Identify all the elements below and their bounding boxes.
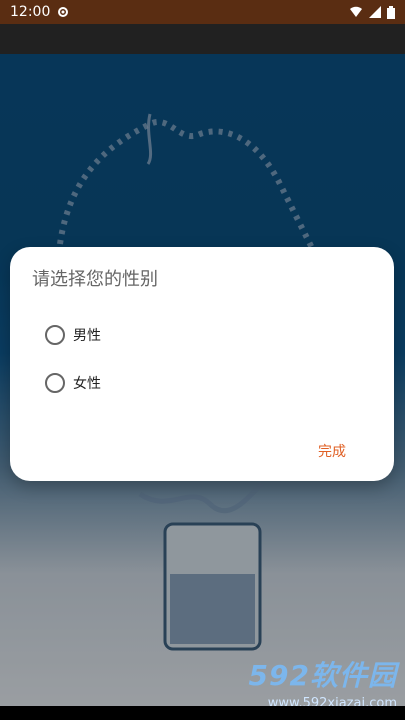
done-button[interactable]: 完成 xyxy=(318,441,346,461)
option-female[interactable]: 女性 xyxy=(32,373,372,393)
status-icons xyxy=(349,5,395,19)
option-label-female: 女性 xyxy=(73,376,101,392)
gender-options: 男性 女性 xyxy=(32,325,372,393)
watermark: 592软件园 www.592xiazai.com xyxy=(199,654,397,714)
status-bar: 12:00 xyxy=(0,0,405,24)
watermark-logo: 592软件园 xyxy=(248,659,397,692)
gender-dialog: 请选择您的性别 男性 女性 完成 xyxy=(10,247,394,481)
wifi-icon xyxy=(349,6,363,18)
option-male[interactable]: 男性 xyxy=(32,325,372,345)
settings-icon xyxy=(56,5,70,19)
dialog-title: 请选择您的性别 xyxy=(32,269,158,290)
battery-icon xyxy=(387,5,395,19)
signal-icon xyxy=(369,6,381,18)
option-label-male: 男性 xyxy=(73,328,101,344)
radio-button-icon[interactable] xyxy=(45,373,65,393)
radio-button-icon[interactable] xyxy=(45,325,65,345)
navigation-bar xyxy=(0,706,405,720)
status-time: 12:00 xyxy=(10,4,51,20)
